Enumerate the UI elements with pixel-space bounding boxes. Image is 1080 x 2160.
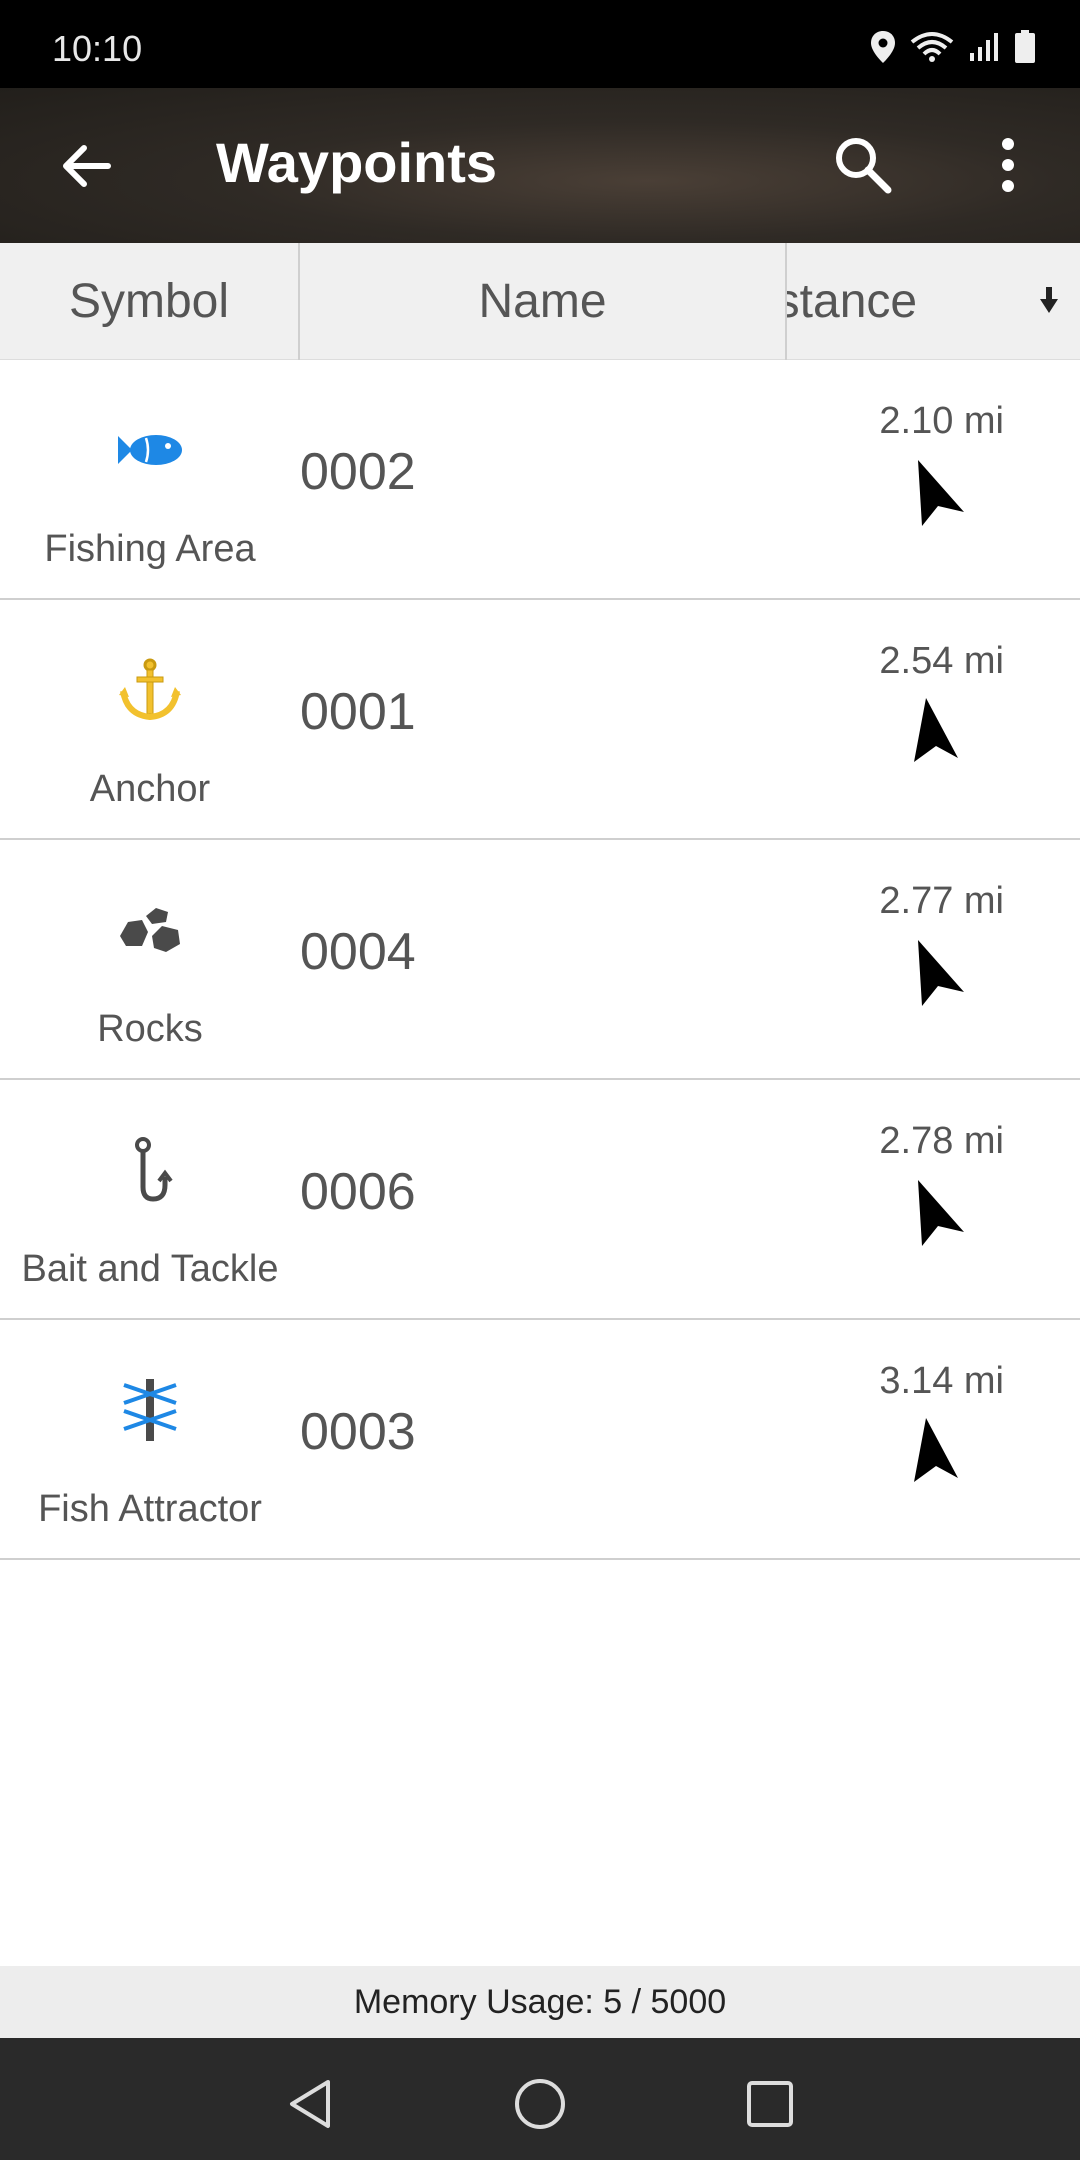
anchor-icon xyxy=(110,650,190,730)
waypoint-name: 0006 xyxy=(300,1163,416,1221)
more-vert-icon[interactable] xyxy=(985,132,1031,198)
column-name[interactable]: Name xyxy=(300,243,787,360)
waypoint-distance: 2.54 mi xyxy=(879,640,1004,682)
waypoint-row[interactable]: Fishing Area 0002 2.10 mi xyxy=(0,360,1080,600)
waypoint-row[interactable]: Bait and Tackle 0006 2.78 mi xyxy=(0,1080,1080,1320)
status-time: 10:10 xyxy=(52,28,143,69)
column-distance[interactable]: istance xyxy=(787,243,1080,360)
column-symbol[interactable]: Symbol xyxy=(0,243,300,360)
waypoint-name: 0004 xyxy=(300,923,416,981)
waypoint-distance: 2.78 mi xyxy=(879,1120,1004,1162)
column-symbol-label: Symbol xyxy=(68,275,230,328)
waypoint-row[interactable]: Rocks 0004 2.77 mi xyxy=(0,840,1080,1080)
bearing-arrow-icon xyxy=(918,1180,964,1246)
status-icons xyxy=(870,30,1036,64)
waypoint-row[interactable]: Fish Attractor 0003 3.14 mi xyxy=(0,1320,1080,1560)
symbol-label: Bait and Tackle xyxy=(21,1248,279,1290)
bearing-arrow-icon xyxy=(914,698,958,762)
symbol-label: Fishing Area xyxy=(44,528,256,570)
page-title: Waypoints xyxy=(216,131,498,194)
nav-recents-icon[interactable] xyxy=(740,2074,800,2134)
waypoint-name: 0001 xyxy=(300,683,416,741)
symbol-label: Anchor xyxy=(89,768,211,810)
nav-home-icon[interactable] xyxy=(510,2074,570,2134)
memory-usage-text: Memory Usage: 5 / 5000 xyxy=(353,1982,727,2021)
waypoint-name: 0003 xyxy=(300,1403,416,1461)
symbol-label: Fish Attractor xyxy=(38,1488,262,1530)
wifi-icon xyxy=(910,32,954,62)
waypoint-distance: 2.77 mi xyxy=(879,880,1004,922)
fish-attractor-icon xyxy=(110,1370,190,1450)
sort-descending-icon xyxy=(1040,287,1058,313)
nav-back-icon[interactable] xyxy=(280,2074,340,2134)
memory-usage-footer: Memory Usage: 5 / 5000 xyxy=(0,1966,1080,2038)
bearing-arrow-icon xyxy=(918,460,964,526)
bearing-arrow-icon xyxy=(914,1418,958,1482)
waypoint-name: 0002 xyxy=(300,443,416,501)
bearing-arrow-icon xyxy=(918,940,964,1006)
column-name-label: Name xyxy=(478,275,607,328)
app-bar: Waypoints xyxy=(0,88,1080,243)
waypoint-list: Fishing Area 0002 2.10 mi Anchor 0001 2.… xyxy=(0,360,1080,1560)
column-header: Symbol Name istance xyxy=(0,243,1080,360)
rocks-icon xyxy=(110,890,190,970)
waypoint-distance: 3.14 mi xyxy=(879,1360,1004,1402)
waypoint-row[interactable]: Anchor 0001 2.54 mi xyxy=(0,600,1080,840)
symbol-label: Rocks xyxy=(97,1008,203,1050)
system-nav-bar xyxy=(0,2038,1080,2160)
waypoint-distance: 2.10 mi xyxy=(879,400,1004,442)
signal-icon xyxy=(970,33,998,61)
arrow-left-icon[interactable] xyxy=(56,136,116,196)
status-bar: 10:10 xyxy=(0,0,1080,88)
search-icon[interactable] xyxy=(830,132,896,198)
column-distance-label: istance xyxy=(787,275,918,328)
battery-icon xyxy=(1015,30,1035,63)
hook-icon xyxy=(110,1130,190,1210)
location-icon xyxy=(871,31,895,63)
fish-icon xyxy=(110,410,190,490)
